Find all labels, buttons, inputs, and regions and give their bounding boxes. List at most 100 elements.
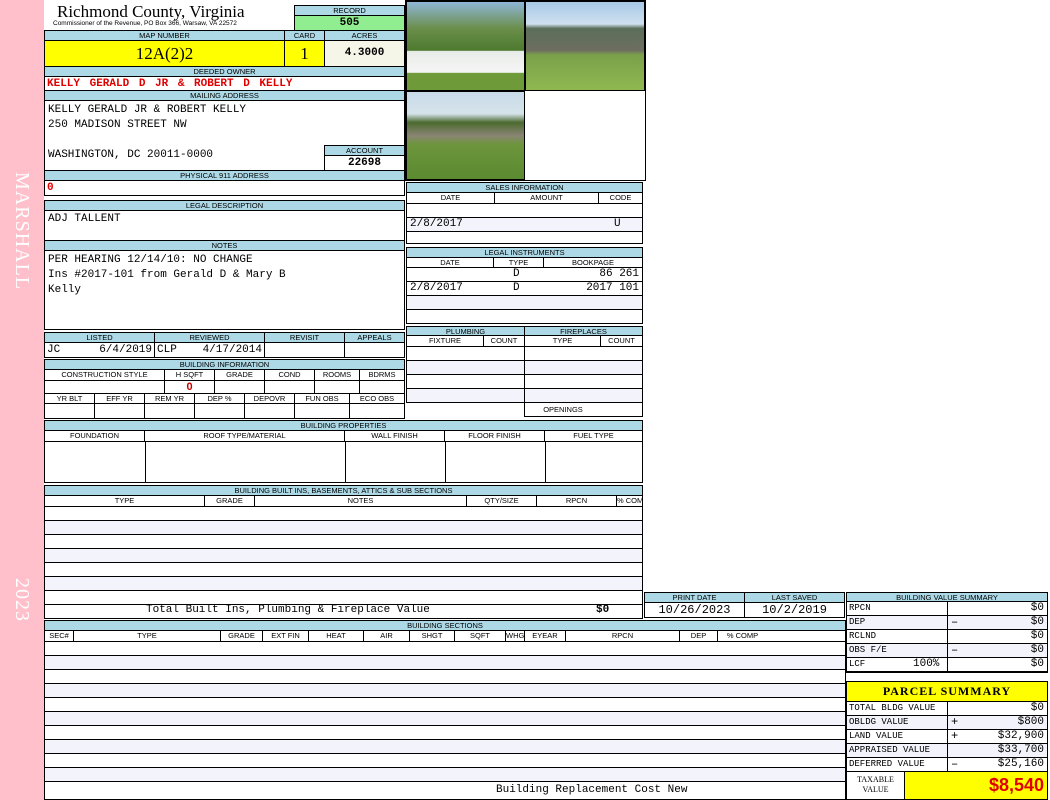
account-value: 22698 xyxy=(324,155,405,171)
instrument-row: 2/8/2017 D 2017 101 xyxy=(407,282,642,296)
summary-row: RCLND $0 xyxy=(847,630,1047,644)
column-header: TYPE xyxy=(74,631,221,641)
summary-label: DEP xyxy=(849,617,866,627)
column-header: FUEL TYPE xyxy=(573,431,614,440)
summary-value: $25,160 xyxy=(997,758,1044,770)
column-header: ROOMS xyxy=(315,370,360,380)
summary-row: TOTAL BLDG VALUE $0 xyxy=(847,702,1047,716)
properties-cols-header: FOUNDATION ROOF TYPE/MATERIAL WALL FINISH F… xyxy=(45,431,642,442)
plumbing-header: FIXTURE COUNT xyxy=(407,336,524,347)
legal-instruments: LEGAL INSTRUMENTS DATE TYPE BOOKPAGE D 8… xyxy=(406,247,643,324)
property-photo-3[interactable] xyxy=(406,91,525,180)
summary-label: RCLND xyxy=(849,631,877,641)
instrument-type: D xyxy=(513,268,520,280)
fireplaces: FIREPLACES TYPE COUNT OPENINGS xyxy=(524,326,643,417)
print-date-value: 10/26/2023 xyxy=(644,602,745,618)
deeded-owner-value: KELLY GERALD D JR & ROBERT D KELLY xyxy=(44,76,405,91)
column-header: % COMP xyxy=(726,631,759,640)
building-section-row xyxy=(45,684,845,698)
record-value: 505 xyxy=(294,15,405,31)
legal-instruments-label: LEGAL INSTRUMENTS xyxy=(406,247,643,258)
building-sections: BUILDING SECTIONS SEC# TYPE GRADE EXT FIN HE… xyxy=(44,620,846,800)
fireplaces-label: FIREPLACES xyxy=(524,326,643,336)
column-header: YR BLT xyxy=(45,394,95,404)
column-header: SHGT xyxy=(410,631,455,641)
summary-value: $0 xyxy=(1030,616,1044,628)
value-cell xyxy=(195,404,245,418)
building-value-summary: BUILDING VALUE SUMMARY RPCN $0 DEP – $0 RCLND… xyxy=(846,592,1048,673)
instrument-date: 2/8/2017 xyxy=(410,282,463,294)
column-header: BDRMS xyxy=(368,370,396,379)
value-row: 0 xyxy=(45,381,404,394)
sale-date: 2/8/2017 xyxy=(410,218,463,230)
summary-label: LCF xyxy=(849,659,866,669)
summary-sign: – xyxy=(951,757,959,771)
building-value-summary-label: BUILDING VALUE SUMMARY xyxy=(846,592,1048,602)
summary-sign: + xyxy=(951,715,959,729)
building_info-cols1-header: CONSTRUCTION STYLE H SQFT GRADE COND ROOMS BD… xyxy=(45,370,404,381)
fireplaces-header: TYPE COUNT xyxy=(525,336,642,347)
column-header: COND xyxy=(265,370,315,380)
property-photo-1[interactable] xyxy=(406,1,525,91)
summary-row: OBLDG VALUE + $800 xyxy=(847,716,1047,730)
last-saved-value: 10/2/2019 xyxy=(744,602,845,618)
value-cell xyxy=(245,404,295,418)
built-ins-label: BUILDING BUILT INS, BASEMENTS, ATTICS & … xyxy=(44,485,643,496)
mailing-line-1: KELLY GERALD JR & ROBERT KELLY xyxy=(48,104,247,116)
openings-label: OPENINGS xyxy=(543,405,583,414)
value-cell xyxy=(315,381,360,393)
column-header: HEAT xyxy=(309,631,364,641)
value-cell xyxy=(360,381,404,393)
column-header: SQFT xyxy=(455,631,506,641)
column-header: ECO OBS xyxy=(359,394,395,403)
summary-value: $32,900 xyxy=(997,730,1044,742)
sales-row xyxy=(407,204,642,218)
photo-panel xyxy=(405,0,646,181)
instrument-row xyxy=(407,296,642,310)
builtins-cols-header: TYPEGRADENOTESQTY/SIZERPCN% COMP xyxy=(45,496,642,507)
summary-row: DEP – $0 xyxy=(847,616,1047,630)
legal-description-value: ADJ TALLENT xyxy=(44,210,405,241)
mailing-line-2: 250 MADISON STREET NW xyxy=(48,119,187,131)
column-header: WHGT xyxy=(506,631,525,641)
summary-value: $0 xyxy=(1030,602,1044,614)
built-in-row xyxy=(45,563,642,577)
summary-sign: – xyxy=(951,615,959,629)
sidebar: MARSHALL 2023 xyxy=(0,0,44,800)
value-cell xyxy=(45,381,165,393)
column-header: DEP xyxy=(680,631,718,641)
instrument-bookpage: 86 261 xyxy=(599,268,639,280)
column-header: EYEAR xyxy=(525,631,566,641)
built-in-row xyxy=(45,577,642,591)
column-header: DEPOVR xyxy=(245,394,295,404)
column-header: EXT FIN xyxy=(263,631,309,641)
sale-code: U xyxy=(614,218,621,230)
building-section-row xyxy=(45,768,845,782)
col-code: CODE xyxy=(609,193,632,202)
summary-row: LCF 100% $0 xyxy=(847,658,1047,672)
plumbing: PLUMBING FIXTURE COUNT xyxy=(406,326,525,403)
district-name: MARSHALL xyxy=(11,172,33,291)
summary-label: TOTAL BLDG VALUE xyxy=(849,703,936,713)
summary-label: APPRAISED VALUE xyxy=(849,745,931,755)
reviewed-by: CLP xyxy=(157,344,177,356)
summary-value: $0 xyxy=(1030,644,1044,656)
page-subtitle: Commissioner of the Revenue, PO Box 366,… xyxy=(53,20,237,27)
property-photo-2[interactable] xyxy=(525,1,645,91)
listed-value: JC 6/4/2019 xyxy=(44,342,155,358)
summary-label: DEFERRED VALUE xyxy=(849,759,925,769)
column-header: FUN OBS xyxy=(295,394,350,404)
value-cell xyxy=(95,404,145,418)
revisit-value xyxy=(264,342,345,358)
appeals-value xyxy=(344,342,405,358)
building-section-row xyxy=(45,712,845,726)
built-ins-total-value: $0 xyxy=(596,604,610,616)
summary-sign: + xyxy=(951,729,959,743)
value-cell xyxy=(265,381,315,393)
col-date: DATE xyxy=(407,193,495,203)
sales-information-label: SALES INFORMATION xyxy=(406,182,643,193)
instrument-bookpage: 2017 101 xyxy=(586,282,639,294)
col-type: TYPE xyxy=(525,336,601,346)
parcel-summary-title: PARCEL SUMMARY xyxy=(847,682,1047,702)
column-header: AIR xyxy=(364,631,410,641)
